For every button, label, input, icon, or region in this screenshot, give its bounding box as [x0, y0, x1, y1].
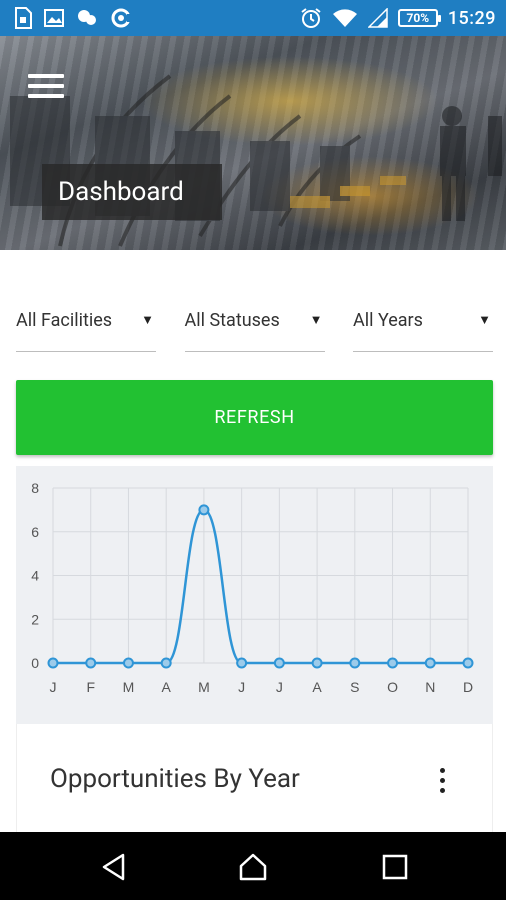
sim-card-icon: [15, 7, 32, 29]
clock: 15:29: [447, 7, 496, 29]
card-title: Opportunities By Year: [50, 764, 300, 794]
status-bar-notifications: [14, 7, 132, 29]
dropdown-caret-icon: ▼: [478, 313, 491, 328]
x-tick-label: J: [276, 679, 283, 695]
monthly-line-chart: 0 2 4 6 8 J F M A M J J A S O N D: [31, 480, 474, 695]
y-tick-label: 6: [31, 524, 39, 540]
x-tick-label: M: [123, 679, 135, 695]
x-tick-label: O: [387, 679, 398, 695]
x-tick-label: D: [463, 679, 473, 695]
filter-bar: All Facilities ▼ All Statuses ▼ All Year…: [16, 300, 493, 352]
status-select[interactable]: All Statuses ▼: [184, 300, 325, 352]
page-title: Dashboard: [42, 164, 222, 220]
back-icon[interactable]: [99, 852, 129, 882]
wifi-icon: [332, 9, 357, 27]
x-tick-label: N: [425, 679, 435, 695]
battery-icon: 70%: [397, 9, 441, 27]
data-point: [160, 657, 172, 669]
navigation-bar: [0, 832, 506, 900]
x-tick-label: S: [350, 679, 359, 695]
dropdown-caret-icon: ▼: [141, 313, 154, 328]
data-point: [47, 657, 59, 669]
data-point: [85, 657, 97, 669]
header-banner: Dashboard: [0, 36, 506, 250]
signal-icon: [367, 8, 388, 28]
chart-card: 0 2 4 6 8 J F M A M J J A S O N D: [16, 466, 493, 724]
data-point: [387, 657, 399, 669]
data-point: [424, 657, 436, 669]
data-point: [198, 504, 210, 516]
y-tick-label: 8: [31, 480, 39, 496]
dropdown-caret-icon: ▼: [309, 313, 323, 328]
status-select-value: All Statuses: [184, 310, 280, 331]
hotspot-icon: [111, 8, 132, 28]
y-tick-label: 2: [31, 611, 39, 627]
data-point: [273, 657, 285, 669]
home-icon[interactable]: [238, 852, 268, 882]
year-select[interactable]: All Years ▼: [353, 300, 493, 352]
x-tick-label: A: [162, 679, 172, 695]
facility-select[interactable]: All Facilities ▼: [16, 300, 156, 352]
refresh-button[interactable]: REFRESH: [16, 380, 493, 455]
data-point: [236, 657, 248, 669]
x-tick-label: A: [312, 679, 322, 695]
series-line: [53, 508, 468, 665]
y-tick-label: 0: [31, 655, 39, 671]
alarm-icon: [301, 8, 321, 28]
data-point: [122, 657, 134, 669]
chat-icon: [78, 10, 96, 25]
opportunities-card: Opportunities By Year: [16, 724, 493, 832]
facility-select-value: All Facilities: [16, 310, 113, 331]
data-point: [349, 657, 361, 669]
status-bar: 70% 15:29: [0, 0, 506, 36]
recents-icon[interactable]: [380, 852, 410, 882]
image-icon: [44, 9, 64, 27]
x-tick-label: J: [50, 679, 57, 695]
y-tick-label: 4: [31, 568, 39, 584]
dashboard-screen: 70% 15:29 Dashboard All Facilities ▼ All…: [0, 0, 506, 900]
x-tick-label: F: [86, 679, 95, 695]
hamburger-menu-icon[interactable]: [28, 74, 64, 100]
x-tick-label: M: [198, 679, 210, 695]
x-tick-label: J: [238, 679, 245, 695]
data-point: [311, 657, 323, 669]
data-point: [462, 657, 474, 669]
year-select-value: All Years: [353, 310, 423, 331]
status-bar-system: 70% 15:29: [300, 6, 496, 30]
more-vert-icon[interactable]: [438, 768, 446, 794]
